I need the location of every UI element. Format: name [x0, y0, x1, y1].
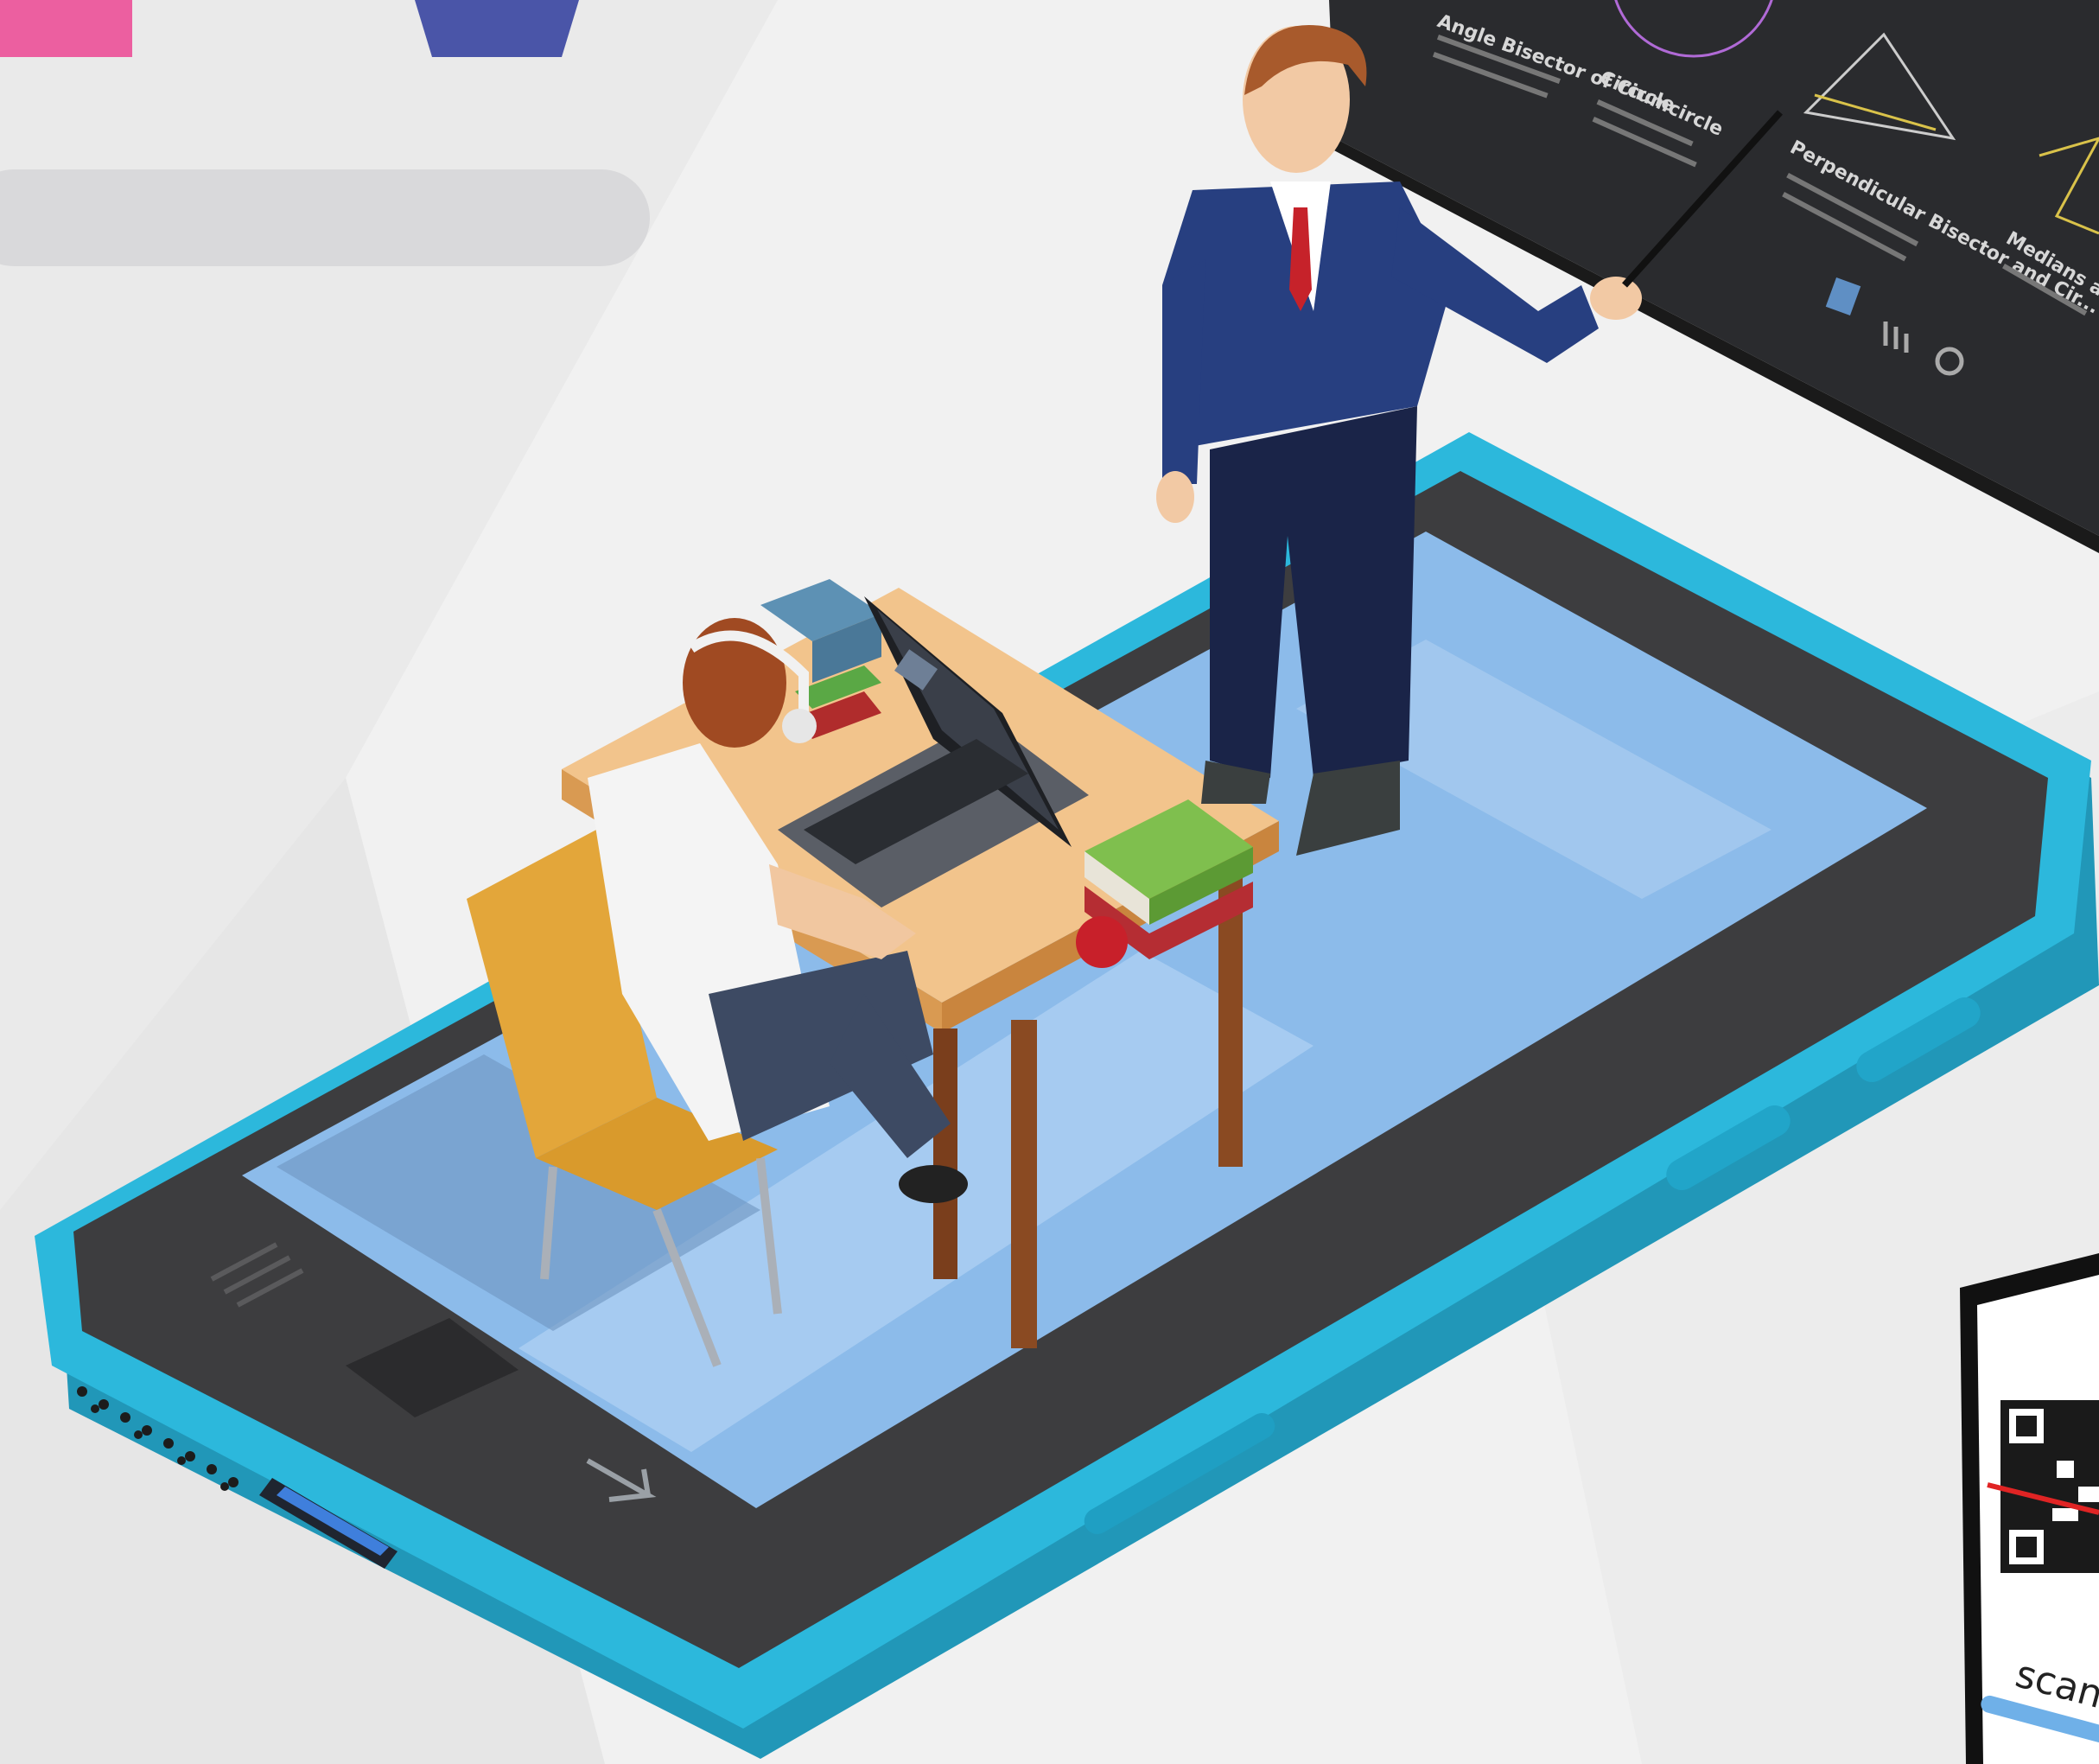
qr-code-icon — [2000, 1400, 2099, 1573]
illustration-scene: Angle Bisector of Circle Circumcircle Pe… — [0, 0, 2099, 1764]
search-bar — [0, 169, 650, 266]
pink-tab — [0, 0, 132, 57]
qr-phone: scann — [1960, 1253, 2099, 1764]
apple — [1076, 916, 1128, 968]
blue-tab — [415, 0, 579, 57]
